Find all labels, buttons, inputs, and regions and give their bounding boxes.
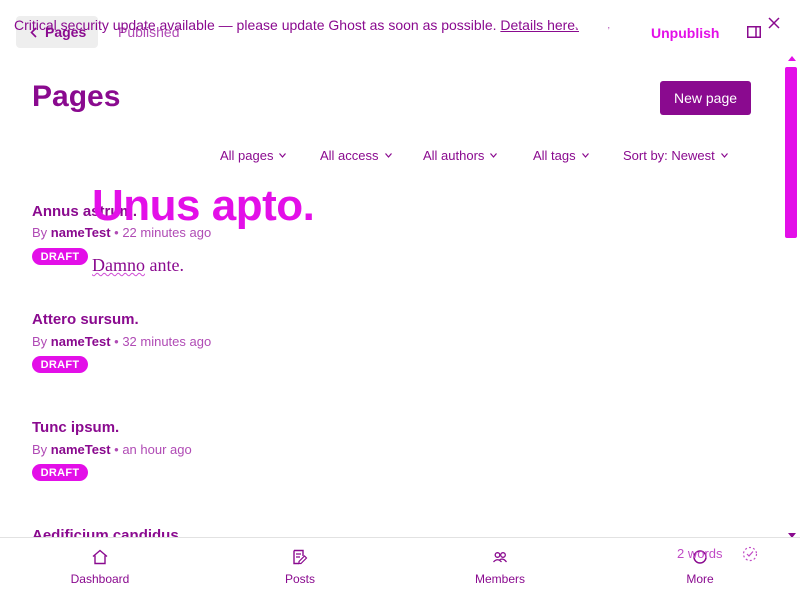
misspelled-word: Damno [92, 255, 145, 275]
banner-text: Critical security update available — ple… [14, 17, 497, 33]
filter-pages-dropdown[interactable]: All pages [220, 148, 287, 163]
chevron-down-icon [720, 153, 728, 158]
draft-badge: DRAFT [32, 464, 88, 481]
filter-access-label: All access [320, 148, 379, 163]
filter-pages-label: All pages [220, 148, 274, 163]
chevron-down-icon [490, 153, 498, 158]
scrollbar-thumb[interactable] [785, 67, 797, 238]
page-item-title[interactable]: Attero sursum. [32, 311, 139, 328]
meta-author: nameTest [50, 334, 111, 349]
filter-authors-label: All authors [423, 148, 485, 163]
new-page-button[interactable]: New page [660, 81, 751, 115]
close-icon[interactable] [767, 16, 781, 30]
members-icon [493, 552, 508, 563]
page-item-meta: By nameTest • an hour ago [32, 442, 192, 457]
spinner-icon [742, 546, 758, 562]
posts-icon [293, 549, 308, 565]
page-title: Pages [32, 80, 121, 113]
toolbar-indicators: ’ ’ [575, 26, 624, 37]
meta-by: By [32, 225, 48, 240]
filter-access-dropdown[interactable]: All access [320, 148, 392, 163]
page-item-title[interactable]: Tunc ipsum. [32, 419, 119, 436]
filter-authors-dropdown[interactable]: All authors [423, 148, 498, 163]
nav-posts-label: Posts [284, 572, 315, 586]
nav-more-label: More [686, 572, 714, 586]
editor-body-text: ante. [145, 255, 184, 275]
draft-badge: DRAFT [32, 356, 88, 373]
home-icon [92, 549, 108, 565]
chevron-down-icon [279, 153, 287, 158]
meta-by: By [32, 442, 48, 457]
scroll-up-arrow-icon[interactable] [787, 55, 797, 62]
nav-dashboard-label: Dashboard [70, 572, 130, 586]
nav-posts[interactable]: Posts [250, 548, 350, 586]
unpublish-button[interactable]: Unpublish [651, 25, 719, 41]
chevron-down-icon [581, 153, 589, 158]
banner-details-link[interactable]: Details here. [500, 17, 579, 33]
meta-time: 32 minutes ago [122, 334, 212, 349]
meta-time: an hour ago [122, 442, 192, 457]
editor-body-overlay[interactable]: Damno ante. [92, 255, 184, 276]
editor-title-overlay[interactable]: Unus apto. [92, 181, 315, 231]
meta-author: nameTest [50, 442, 111, 457]
sort-dropdown[interactable]: Sort by: Newest [623, 148, 728, 163]
nav-members-label: Members [474, 572, 525, 586]
sidebar-toggle-icon[interactable] [747, 26, 761, 38]
filter-tags-label: All tags [533, 148, 576, 163]
word-count: 2 words [677, 546, 723, 561]
draft-badge: DRAFT [32, 248, 88, 265]
nav-dashboard[interactable]: Dashboard [50, 548, 150, 586]
security-update-banner: Critical security update available — ple… [14, 17, 579, 33]
sort-label: Sort by: Newest [623, 148, 715, 163]
meta-by: By [32, 334, 48, 349]
filter-tags-dropdown[interactable]: All tags [533, 148, 589, 163]
page-item-meta: By nameTest • 32 minutes ago [32, 334, 212, 349]
chevron-down-icon [384, 153, 392, 158]
nav-members[interactable]: Members [450, 548, 550, 586]
